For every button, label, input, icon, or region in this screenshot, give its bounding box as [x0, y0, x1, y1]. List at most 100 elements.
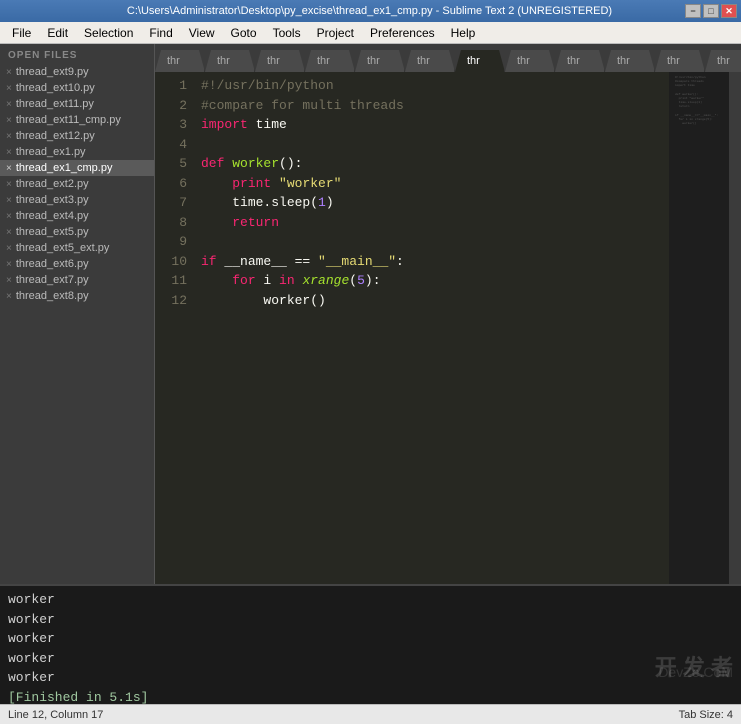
sidebar-file[interactable]: ×thread_ext12.py	[0, 128, 154, 144]
file-close-icon[interactable]: ×	[6, 163, 12, 174]
line-number: 10	[161, 252, 187, 272]
line-number: 2	[161, 96, 187, 116]
menu-bar: FileEditSelectionFindViewGotoToolsProjec…	[0, 22, 741, 44]
editor-tab[interactable]: thr	[405, 50, 455, 72]
sidebar-file[interactable]: ×thread_ext8.py	[0, 288, 154, 304]
console-output-line: worker	[8, 629, 733, 649]
code-content[interactable]: #!/usr/bin/python#compare for multi thre…	[193, 72, 669, 584]
file-close-icon[interactable]: ×	[6, 195, 12, 206]
console-output-line: worker	[8, 610, 733, 630]
menu-item-view[interactable]: View	[181, 24, 223, 42]
line-number: 6	[161, 174, 187, 194]
editor-area: thrthrthrthrthrthrthrthrthrthrthrthrthrt…	[155, 44, 741, 584]
editor-tab[interactable]: thr	[205, 50, 255, 72]
line-number: 7	[161, 193, 187, 213]
menu-item-find[interactable]: Find	[141, 24, 180, 42]
main-layout: OPEN FILES ×thread_ext9.py×thread_ext10.…	[0, 44, 741, 584]
sidebar-file[interactable]: ×thread_ext11.py	[0, 96, 154, 112]
code-line: if __name__ == "__main__":	[201, 252, 661, 272]
maximize-button[interactable]: □	[703, 4, 719, 18]
code-line: return	[201, 213, 661, 233]
sidebar: OPEN FILES ×thread_ext9.py×thread_ext10.…	[0, 44, 155, 584]
scrollbar[interactable]	[729, 72, 741, 584]
code-line	[201, 135, 661, 155]
line-number: 9	[161, 232, 187, 252]
editor-tab[interactable]: thr	[455, 50, 505, 72]
sidebar-file[interactable]: ×thread_ext5_ext.py	[0, 240, 154, 256]
code-line: import time	[201, 115, 661, 135]
console-area: workerworkerworkerworkerworker[Finished …	[0, 584, 741, 704]
line-number: 11	[161, 271, 187, 291]
editor-tab[interactable]: thr	[255, 50, 305, 72]
tabs-bar: thrthrthrthrthrthrthrthrthrthrthrthrthrt…	[155, 44, 741, 72]
editor-tab[interactable]: thr	[355, 50, 405, 72]
file-close-icon[interactable]: ×	[6, 115, 12, 126]
sidebar-file[interactable]: ×thread_ext3.py	[0, 192, 154, 208]
sidebar-files: ×thread_ext9.py×thread_ext10.py×thread_e…	[0, 64, 154, 304]
console-finished-line: [Finished in 5.1s]	[8, 688, 733, 705]
window-controls: − □ ✕	[685, 4, 737, 18]
file-close-icon[interactable]: ×	[6, 227, 12, 238]
code-line: worker()	[201, 291, 661, 311]
editor-tab[interactable]: thr	[305, 50, 355, 72]
editor-tab[interactable]: thr	[705, 50, 741, 72]
menu-item-goto[interactable]: Goto	[223, 24, 265, 42]
menu-item-edit[interactable]: Edit	[39, 24, 76, 42]
menu-item-selection[interactable]: Selection	[76, 24, 141, 42]
sidebar-file[interactable]: ×thread_ex1_cmp.py	[0, 160, 154, 176]
line-number: 5	[161, 154, 187, 174]
status-bar: Line 12, Column 17 Tab Size: 4	[0, 704, 741, 724]
file-close-icon[interactable]: ×	[6, 131, 12, 142]
console-output-line: worker	[8, 649, 733, 669]
file-close-icon[interactable]: ×	[6, 259, 12, 270]
editor-tab[interactable]: thr	[605, 50, 655, 72]
file-close-icon[interactable]: ×	[6, 67, 12, 78]
file-close-icon[interactable]: ×	[6, 99, 12, 110]
status-position: Line 12, Column 17	[8, 709, 103, 721]
editor-tab[interactable]: thr	[655, 50, 705, 72]
code-line: #compare for multi threads	[201, 96, 661, 116]
menu-item-project[interactable]: Project	[309, 24, 362, 42]
file-close-icon[interactable]: ×	[6, 211, 12, 222]
line-number: 1	[161, 76, 187, 96]
code-line: print "worker"	[201, 174, 661, 194]
sidebar-file[interactable]: ×thread_ext4.py	[0, 208, 154, 224]
minimize-button[interactable]: −	[685, 4, 701, 18]
close-button[interactable]: ✕	[721, 4, 737, 18]
sidebar-file[interactable]: ×thread_ext2.py	[0, 176, 154, 192]
menu-item-preferences[interactable]: Preferences	[362, 24, 443, 42]
editor-tab[interactable]: thr	[555, 50, 605, 72]
menu-item-tools[interactable]: Tools	[265, 24, 309, 42]
sidebar-file[interactable]: ×thread_ex1.py	[0, 144, 154, 160]
status-tabsize: Tab Size: 4	[679, 709, 733, 721]
file-close-icon[interactable]: ×	[6, 147, 12, 158]
sidebar-file[interactable]: ×thread_ext5.py	[0, 224, 154, 240]
code-area[interactable]: 123456789101112 #!/usr/bin/python#compar…	[155, 72, 741, 584]
sidebar-file[interactable]: ×thread_ext6.py	[0, 256, 154, 272]
file-close-icon[interactable]: ×	[6, 243, 12, 254]
menu-item-help[interactable]: Help	[443, 24, 484, 42]
sidebar-file[interactable]: ×thread_ext11_cmp.py	[0, 112, 154, 128]
editor-tab[interactable]: thr	[155, 50, 205, 72]
line-number: 3	[161, 115, 187, 135]
menu-item-file[interactable]: File	[4, 24, 39, 42]
code-line: time.sleep(1)	[201, 193, 661, 213]
line-number: 8	[161, 213, 187, 233]
file-close-icon[interactable]: ×	[6, 83, 12, 94]
console-output-line: worker	[8, 668, 733, 688]
title-bar: C:\Users\Administrator\Desktop\py_excise…	[0, 0, 741, 22]
file-close-icon[interactable]: ×	[6, 291, 12, 302]
file-close-icon[interactable]: ×	[6, 275, 12, 286]
minimap: #!/usr/bin/python #compare threads impor…	[669, 72, 729, 584]
code-line: def worker():	[201, 154, 661, 174]
sidebar-file[interactable]: ×thread_ext10.py	[0, 80, 154, 96]
sidebar-file[interactable]: ×thread_ext7.py	[0, 272, 154, 288]
code-line: for i in xrange(5):	[201, 271, 661, 291]
minimap-content: #!/usr/bin/python #compare threads impor…	[675, 76, 725, 126]
code-line	[201, 232, 661, 252]
file-close-icon[interactable]: ×	[6, 179, 12, 190]
sidebar-header: OPEN FILES	[0, 44, 154, 64]
line-numbers: 123456789101112	[155, 72, 193, 584]
sidebar-file[interactable]: ×thread_ext9.py	[0, 64, 154, 80]
editor-tab[interactable]: thr	[505, 50, 555, 72]
